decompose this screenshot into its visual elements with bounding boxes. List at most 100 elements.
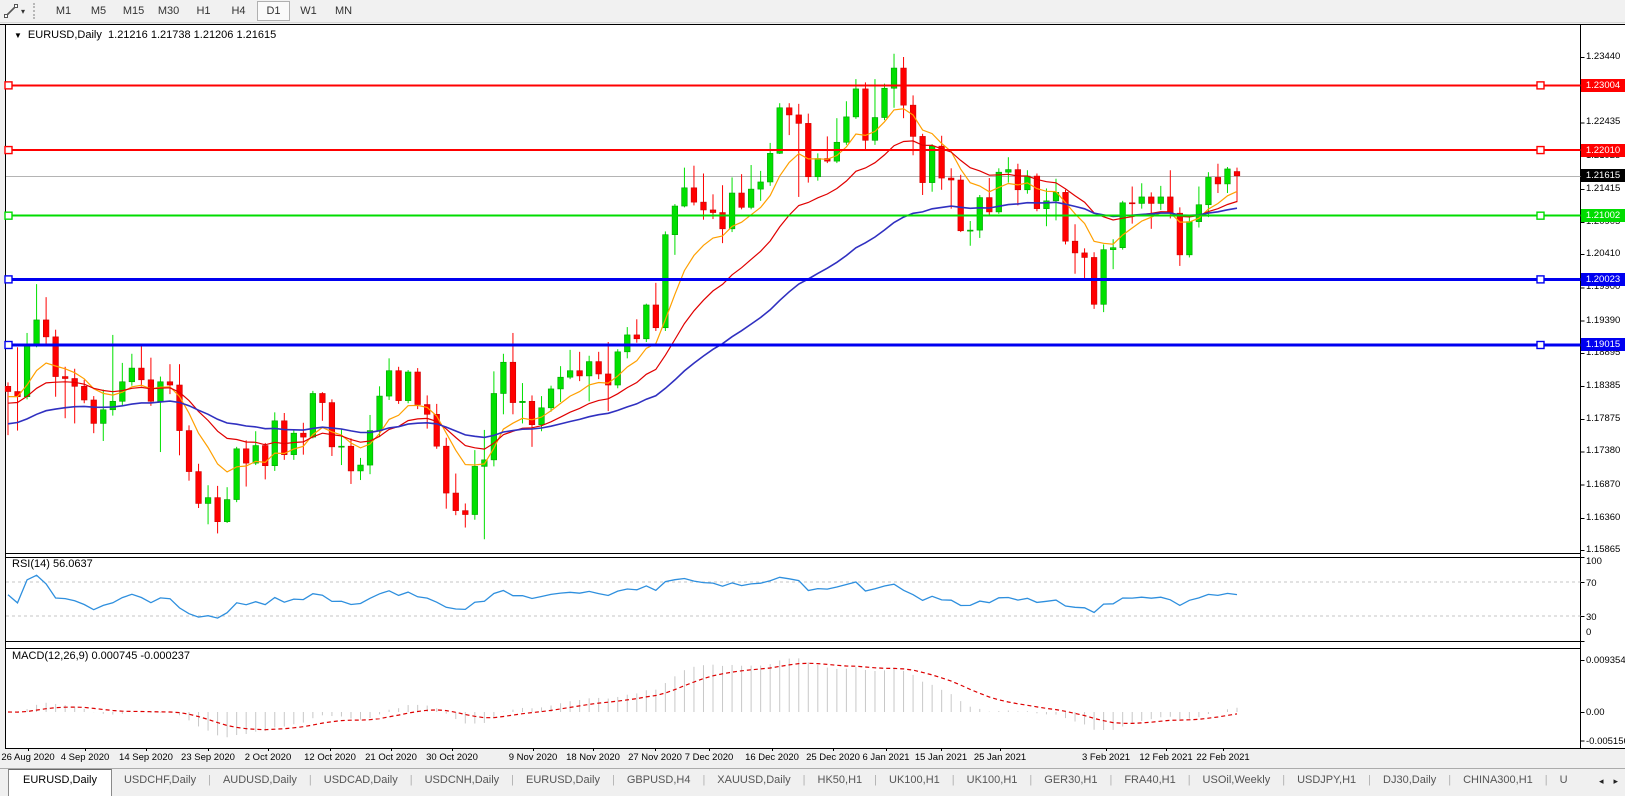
candle [872,79,878,145]
tab-scroll-right-icon[interactable]: ▸ [1608,774,1623,789]
one-click-collapse-icon[interactable]: ▼ [14,31,22,40]
candle [805,114,811,183]
date-tick-label: 12 Oct 2020 [304,752,356,763]
candle [682,168,688,208]
candle [434,404,440,449]
date-tick-label: 7 Dec 2020 [685,752,734,763]
price-tick-label: 1.16870 [1586,479,1625,490]
price-line-badge: 1.19015 [1581,338,1625,351]
chart-tab-u[interactable]: U [1548,769,1580,786]
candle [567,350,573,379]
date-tick-label: 3 Feb 2021 [1082,752,1130,763]
candle [43,297,49,346]
candle [358,458,364,480]
candle [443,438,449,509]
date-tick-label: 23 Sep 2020 [181,752,235,763]
rsi-tick-label: 30 [1586,612,1625,623]
date-tick-label: 18 Nov 2020 [566,752,620,763]
candle [672,204,678,255]
chart-tab-gbpusd-h4[interactable]: GBPUSD,H4 [615,769,703,786]
candle [548,386,554,412]
price-tick-label: 1.17380 [1586,445,1625,456]
chart-tab-uk100-h1[interactable]: UK100,H1 [877,769,952,786]
price-line-badge: 1.23004 [1581,79,1625,92]
candle [891,54,897,108]
chart-tab-hk50-h1[interactable]: HK50,H1 [806,769,875,786]
candle [691,166,697,206]
candle [463,503,469,527]
price-line-badge: 1.21002 [1581,209,1625,222]
chart-tab-uk100-h1[interactable]: UK100,H1 [955,769,1030,786]
candle [758,171,764,201]
macd-label: MACD(12,26,9) 0.000745 -0.000237 [12,650,190,662]
chart-tab-fra40-h1[interactable]: FRA40,H1 [1112,769,1187,786]
date-tick-label: 25 Jan 2021 [974,752,1026,763]
macd-signal-line [8,663,1237,729]
rsi-tick-label: 70 [1586,578,1625,589]
candle [882,84,888,120]
chart-tab-eurusd-daily[interactable]: EURUSD,Daily [8,769,112,796]
chart-canvas[interactable] [0,0,1625,796]
chart-tab-china300-h1[interactable]: CHINA300,H1 [1451,769,1545,786]
chart-tab-xauusd-daily[interactable]: XAUUSD,Daily [705,769,802,786]
candle [291,430,297,460]
candle [1187,217,1193,257]
candle [472,450,478,520]
candle [320,392,326,421]
candle [624,327,630,358]
price-tick-label: 1.21415 [1586,183,1625,194]
candle [596,352,602,379]
chart-tab-usdcad-daily[interactable]: USDCAD,Daily [312,769,410,786]
rsi-label: RSI(14) 56.0637 [12,558,93,570]
chart-title: ▼EURUSD,Daily 1.21216 1.21738 1.21206 1.… [14,29,276,41]
candle [986,178,992,214]
tab-scroll-buttons: ◂ ▸ [1588,769,1623,793]
candle [844,101,850,145]
mt4-window: ▾ M1M5M15M30H1H4D1W1MN ▼EURUSD,Daily 1.2… [0,0,1625,796]
tab-scroll-left-icon[interactable]: ◂ [1594,774,1609,789]
candle [1082,248,1088,279]
candle [5,382,11,435]
date-tick-label: 21 Oct 2020 [365,752,417,763]
candle [529,395,535,446]
chart-tab-eurusd-daily[interactable]: EURUSD,Daily [514,769,612,786]
date-tick-label: 26 Aug 2020 [1,752,54,763]
date-tick-label: 9 Nov 2020 [509,752,558,763]
candle [1025,170,1031,193]
chart-tab-usoil-weekly[interactable]: USOil,Weekly [1191,769,1283,786]
candle [815,153,821,180]
chart-tab-usdcnh-daily[interactable]: USDCNH,Daily [413,769,512,786]
mid-ma-line [8,141,1237,449]
chart-tab-usdjpy-h1[interactable]: USDJPY,H1 [1285,769,1368,786]
candle [920,134,926,195]
chart-tab-usdchf-daily[interactable]: USDCHF,Daily [112,769,208,786]
fast-ma-line [8,109,1237,472]
candle [748,165,754,209]
candle [644,304,650,342]
price-tick-label: 1.18385 [1586,380,1625,391]
candle [1063,190,1069,245]
candle [653,283,659,331]
candle [967,221,973,246]
candle [177,364,183,455]
chart-tab-dj30-daily[interactable]: DJ30,Daily [1371,769,1448,786]
candle [148,358,154,406]
candle [234,447,240,502]
date-tick-label: 30 Oct 2020 [426,752,478,763]
chart-title-ohlc: 1.21216 1.21738 1.21206 1.21615 [108,29,276,41]
candle [120,363,126,406]
candle [929,144,935,192]
date-tick-label: 12 Feb 2021 [1139,752,1192,763]
macd-tick-label: -0.005156 [1586,736,1625,747]
candle [129,354,135,386]
candle [1158,186,1164,210]
candle [53,330,59,397]
candle [1006,157,1012,182]
chart-tab-audusd-daily[interactable]: AUDUSD,Daily [211,769,309,786]
candle [777,103,783,154]
candle [634,319,640,342]
candle [91,396,97,433]
candle [415,368,421,409]
candle [520,383,526,423]
chart-tab-ger30-h1[interactable]: GER30,H1 [1032,769,1109,786]
